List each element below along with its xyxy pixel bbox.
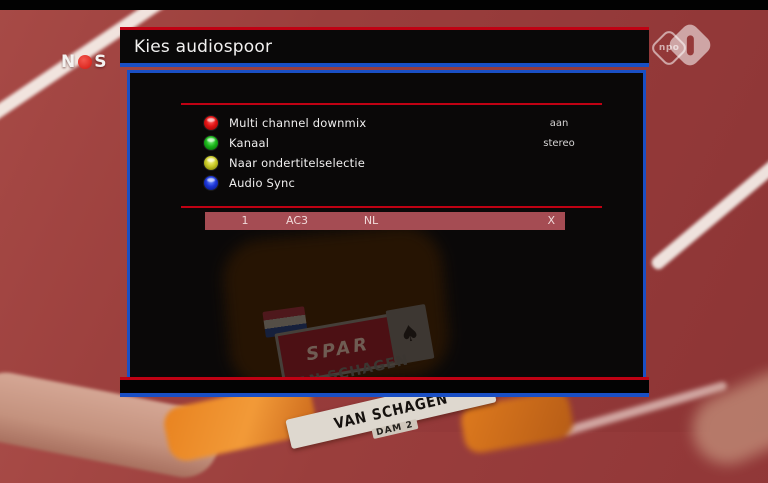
- runner-leg-blur: [681, 359, 768, 476]
- audio-track-dialog: SPAR ♠ VAN SCHAGEN Multi channel downmix…: [127, 70, 646, 380]
- blue-button-icon: [203, 175, 219, 191]
- divider-top: [181, 103, 602, 105]
- menu-item-value: stereo: [518, 138, 600, 149]
- tv-screen: { "broadcast": { "nos_letter_n": "N", "n…: [0, 0, 768, 432]
- track-number: 1: [235, 214, 255, 227]
- dialog-title: Kies audiospoor: [120, 37, 272, 57]
- menu-item-label: Kanaal: [229, 136, 269, 150]
- spar-text: SPAR: [305, 333, 372, 365]
- menu-item-label: Audio Sync: [229, 176, 295, 190]
- npo1-bar-icon: [687, 35, 694, 55]
- track-lane-line-right: [649, 133, 768, 272]
- divider-bottom: [181, 206, 602, 208]
- green-button-icon: [203, 135, 219, 151]
- track-language: NL: [353, 214, 389, 227]
- audio-track-row[interactable]: 1 AC3 NL X: [205, 212, 565, 230]
- top-letterbox-bar: [0, 0, 768, 10]
- menu-item-audio-sync[interactable]: Audio Sync: [130, 173, 643, 193]
- track-codec: AC3: [277, 214, 317, 227]
- menu-item-kanaal[interactable]: Kanaal stereo: [130, 133, 643, 153]
- menu-item-label: Multi channel downmix: [229, 116, 366, 130]
- track-selected-marker[interactable]: X: [547, 214, 555, 227]
- menu-item-value: aan: [518, 118, 600, 129]
- menu-item-ondertitelselectie[interactable]: Naar ondertitelselectie: [130, 153, 643, 173]
- dialog-bottombar: [120, 377, 649, 397]
- dialog-menu: Multi channel downmix aan Kanaal stereo …: [130, 113, 643, 193]
- nos-o-disc-icon: [78, 55, 92, 69]
- nos-letter-s: S: [94, 52, 107, 72]
- npo1-logo: npo: [653, 28, 713, 74]
- dialog-titlebar: Kies audiospoor: [120, 27, 649, 67]
- yellow-button-icon: [203, 155, 219, 171]
- menu-item-label: Naar ondertitelselectie: [229, 156, 365, 170]
- red-button-icon: [203, 115, 219, 131]
- nos-logo: N S: [61, 52, 107, 72]
- spar-tree-icon: ♠: [398, 320, 422, 348]
- menu-item-multi-channel-downmix[interactable]: Multi channel downmix aan: [130, 113, 643, 133]
- nos-letter-n: N: [61, 52, 76, 72]
